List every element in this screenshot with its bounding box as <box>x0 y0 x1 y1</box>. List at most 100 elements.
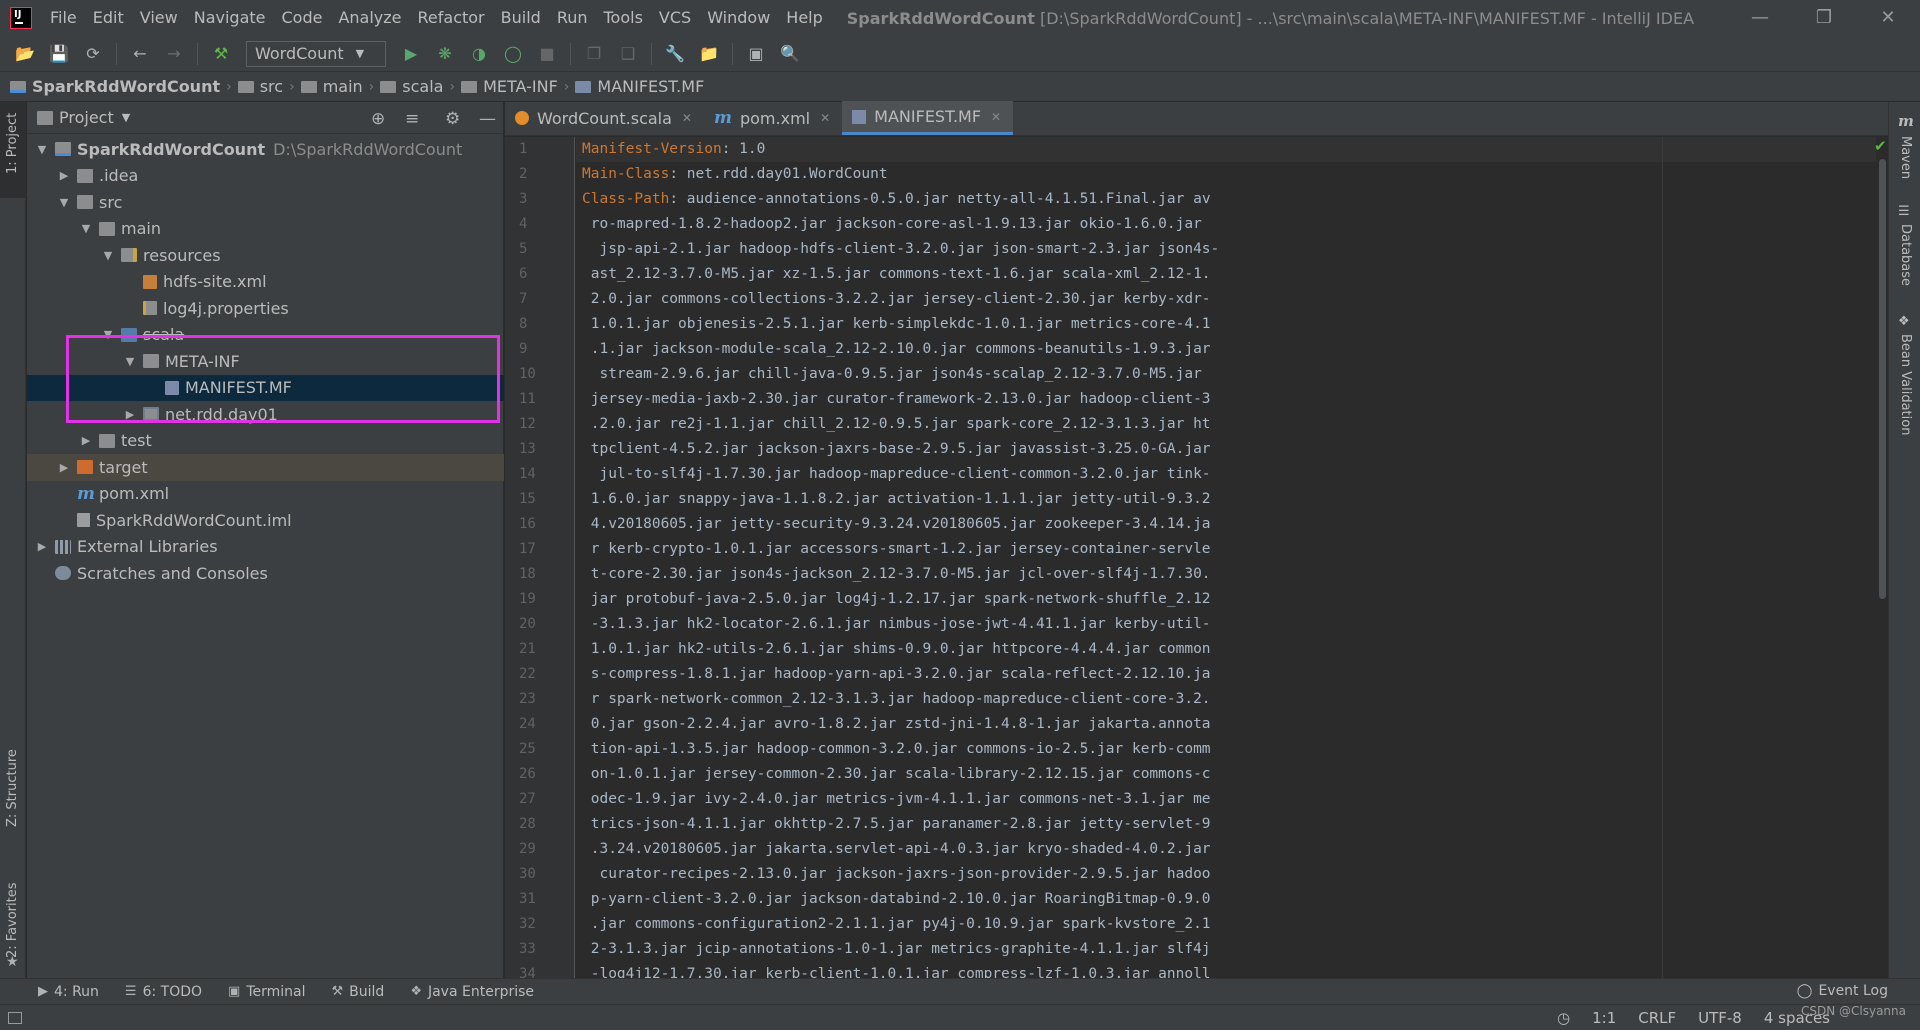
run-icon[interactable]: ▶ <box>400 43 422 65</box>
toggle-tool-windows-icon[interactable] <box>8 1011 22 1024</box>
editor-tab-pom-xml[interactable]: m pom.xml ✕ <box>704 101 842 135</box>
menu-tools[interactable]: Tools <box>596 0 651 36</box>
project-panel-title[interactable]: Project <box>59 108 114 127</box>
expand-arrow-icon[interactable]: ▼ <box>101 328 115 341</box>
build-hammer-icon[interactable]: ⚒ <box>210 43 232 65</box>
tree-item-src[interactable]: ▼ src <box>27 189 504 216</box>
tree-item-meta-inf[interactable]: ▼ META-INF <box>27 348 504 375</box>
menu-code[interactable]: Code <box>274 0 331 36</box>
expand-arrow-icon[interactable]: ▼ <box>57 196 71 209</box>
menu-help[interactable]: Help <box>778 0 830 36</box>
scrollbar-thumb[interactable] <box>1879 159 1886 599</box>
editor-tab-manifest-mf[interactable]: MANIFEST.MF ✕ <box>842 101 1014 135</box>
attach-icon[interactable]: ❐ <box>583 43 605 65</box>
terminal-window-icon[interactable]: ▣ <box>745 43 767 65</box>
line-separator[interactable]: CRLF <box>1638 1009 1676 1027</box>
tree-item-hdfs-site-xml[interactable]: hdfs-site.xml <box>27 269 504 296</box>
tool-window-terminal[interactable]: ▣ Terminal <box>228 984 305 1000</box>
settings-wrench-icon[interactable]: 🔧 <box>664 43 686 65</box>
tree-item-target[interactable]: ▶ target <box>27 454 504 481</box>
menu-view[interactable]: View <box>132 0 186 36</box>
breadcrumb-item[interactable]: MANIFEST.MF <box>575 77 704 96</box>
tree-item-external-libraries[interactable]: ▶ External Libraries <box>27 534 504 561</box>
project-structure-icon[interactable]: 📁 <box>698 43 720 65</box>
forward-icon[interactable]: → <box>163 43 185 65</box>
tree-item-net-rdd-day01[interactable]: ▶ net.rdd.day01 <box>27 401 504 428</box>
tool-window-6-todo[interactable]: ☰ 6: TODO <box>125 984 202 1000</box>
collapse-all-icon[interactable]: ≡ <box>405 109 419 129</box>
tree-item-manifest-mf[interactable]: MANIFEST.MF <box>27 374 504 401</box>
editor-tab-wordcount-scala[interactable]: WordCount.scala ✕ <box>505 101 704 135</box>
memory-indicator-icon[interactable]: ◷ <box>1557 1009 1570 1027</box>
save-icon[interactable]: 💾 <box>48 43 70 65</box>
favorites-tool-button[interactable]: 2: Favorites ★ <box>0 862 26 972</box>
locate-target-icon[interactable]: ⊕ <box>371 109 385 129</box>
collapse-arrow-icon[interactable]: ▶ <box>57 169 71 182</box>
code-editor[interactable]: Manifest-Version: 1.0 Main-Class: net.rdd… <box>576 137 1876 978</box>
menu-file[interactable]: File <box>42 0 85 36</box>
tree-item-log4j-properties[interactable]: log4j.properties <box>27 295 504 322</box>
breadcrumb-item[interactable]: META-INF <box>461 77 558 96</box>
menu-window[interactable]: Window <box>699 0 778 36</box>
minimize-button[interactable]: — <box>1728 0 1792 36</box>
search-icon[interactable]: 🔍 <box>779 43 801 65</box>
breadcrumb-item[interactable]: main <box>300 77 363 96</box>
breadcrumb-item[interactable]: src <box>237 77 283 96</box>
file-encoding[interactable]: UTF-8 <box>1698 1009 1742 1027</box>
close-window-button[interactable]: ✕ <box>1856 0 1920 36</box>
close-tab-icon[interactable]: ✕ <box>820 111 830 125</box>
structure-tool-button[interactable]: Z: Structure <box>0 742 26 832</box>
profile-icon[interactable]: ◯ <box>502 43 524 65</box>
tree-item-pom-xml[interactable]: m pom.xml <box>27 481 504 508</box>
tool-window-build[interactable]: ⚒ Build <box>332 984 385 1000</box>
database-tool-button[interactable]: ☰ Database <box>1889 202 1920 292</box>
collapse-arrow-icon[interactable]: ▶ <box>35 540 49 553</box>
tree-item-scala[interactable]: ▼ scala <box>27 322 504 349</box>
tree-item-main[interactable]: ▼ main <box>27 216 504 243</box>
close-tab-icon[interactable]: ✕ <box>991 110 1001 124</box>
caret-position[interactable]: 1:1 <box>1592 1009 1616 1027</box>
open-icon[interactable]: 📂 <box>14 43 36 65</box>
collapse-arrow-icon[interactable]: ▶ <box>79 434 93 447</box>
debug-icon[interactable]: ❋ <box>434 43 456 65</box>
tree-item-scratches-and-consoles[interactable]: Scratches and Consoles <box>27 560 504 587</box>
tree-item-test[interactable]: ▶ test <box>27 428 504 455</box>
bean-validation-tool-button[interactable]: ❖ Bean Validation <box>1889 312 1920 442</box>
menu-edit[interactable]: Edit <box>85 0 132 36</box>
expand-arrow-icon[interactable]: ▼ <box>35 143 49 156</box>
tool-window-java-enterprise[interactable]: ❖ Java Enterprise <box>410 984 534 1000</box>
tree-item-resources[interactable]: ▼ resources <box>27 242 504 269</box>
restore-button[interactable]: ❐ <box>1792 0 1856 36</box>
tree-item-sparkrddwordcount[interactable]: ▼ SparkRddWordCount D:\SparkRddWordCount <box>27 136 504 163</box>
expand-arrow-icon[interactable]: ▼ <box>101 249 115 262</box>
collapse-arrow-icon[interactable]: ▶ <box>57 461 71 474</box>
close-tab-icon[interactable]: ✕ <box>682 111 692 125</box>
menu-build[interactable]: Build <box>493 0 549 36</box>
hide-panel-icon[interactable]: — <box>479 109 496 129</box>
collapse-arrow-icon[interactable]: ▶ <box>123 408 137 421</box>
maven-tool-button[interactable]: m Maven <box>1889 112 1920 192</box>
editor-scrollbar[interactable] <box>1876 137 1888 978</box>
event-log-button[interactable]: ◯ Event Log <box>1797 983 1888 999</box>
menu-navigate[interactable]: Navigate <box>186 0 274 36</box>
coverage-icon[interactable]: ◑ <box>468 43 490 65</box>
breadcrumb-item[interactable]: scala <box>380 77 443 96</box>
chevron-down-icon[interactable]: ▼ <box>122 111 130 124</box>
gear-icon[interactable]: ⚙ <box>445 109 460 129</box>
project-tool-button[interactable]: 1: Project <box>0 102 26 198</box>
tool-window-4-run[interactable]: ▶ 4: Run <box>38 984 99 1000</box>
expand-arrow-icon[interactable]: ▼ <box>123 355 137 368</box>
menu-vcs[interactable]: VCS <box>651 0 699 36</box>
expand-arrow-icon[interactable]: ▼ <box>79 222 93 235</box>
stop-icon[interactable]: ■ <box>536 43 558 65</box>
tree-item-sparkrddwordcount-iml[interactable]: SparkRddWordCount.iml <box>27 507 504 534</box>
back-icon[interactable]: ← <box>129 43 151 65</box>
breadcrumb-item[interactable]: SparkRddWordCount <box>10 77 220 96</box>
deploy-icon[interactable]: ❑ <box>617 43 639 65</box>
menu-run[interactable]: Run <box>549 0 596 36</box>
sync-icon[interactable]: ⟳ <box>82 43 104 65</box>
menu-analyze[interactable]: Analyze <box>330 0 409 36</box>
menu-refactor[interactable]: Refactor <box>410 0 493 36</box>
tree-item--idea[interactable]: ▶ .idea <box>27 163 504 190</box>
run-configuration-dropdown[interactable]: WordCount ▼ <box>246 40 386 67</box>
